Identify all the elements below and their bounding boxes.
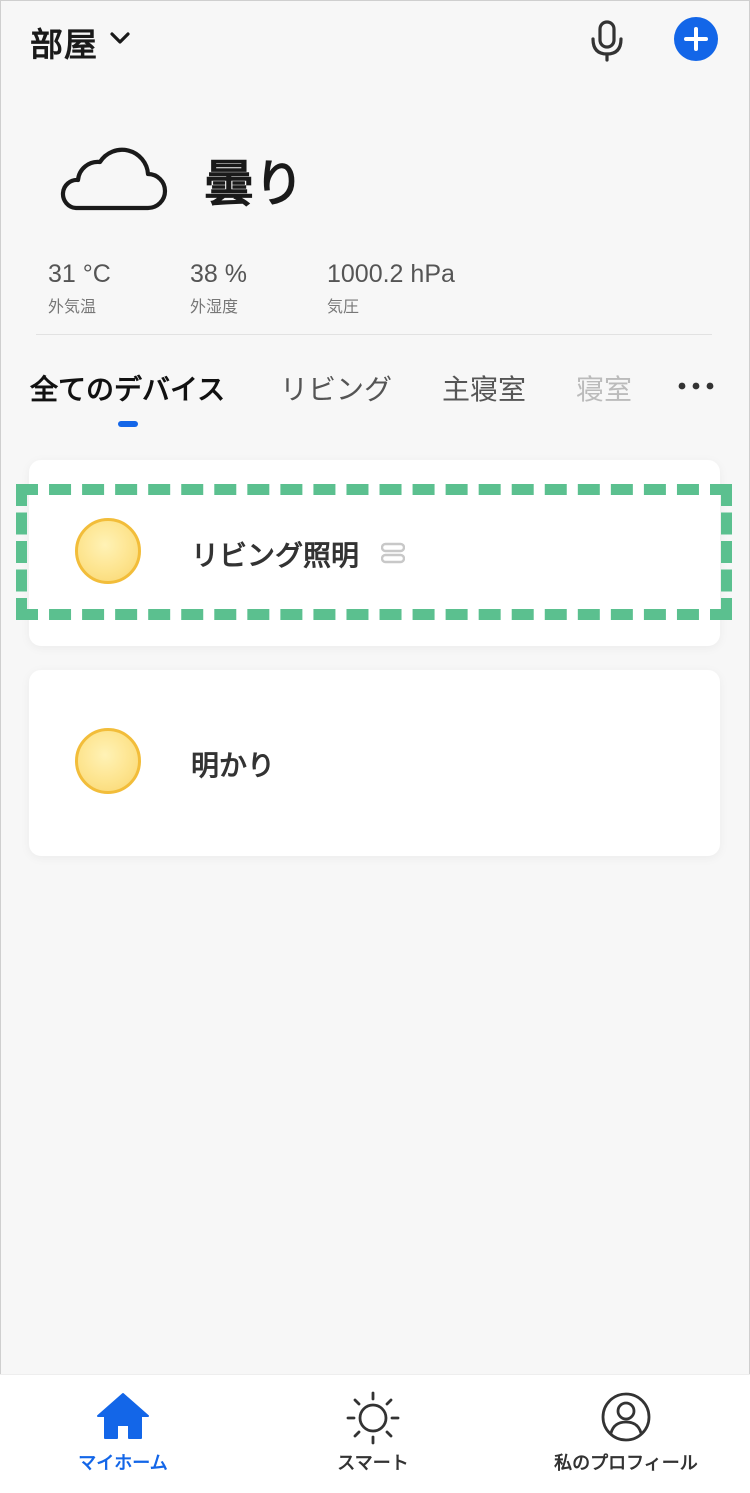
tab-living[interactable]: リビング xyxy=(280,368,392,408)
stat-value: 38 % xyxy=(190,260,247,288)
highlight-box xyxy=(16,484,732,620)
chevron-down-icon[interactable] xyxy=(108,28,132,48)
outdoor-humidity: 38 % 外湿度 xyxy=(190,260,247,317)
nav-my-home[interactable]: マイホーム xyxy=(0,1375,246,1493)
stat-label: 外湿度 xyxy=(190,297,239,316)
tab-all-devices[interactable]: 全てのデバイス xyxy=(30,368,225,408)
microphone-icon[interactable] xyxy=(586,18,628,62)
device-name: 明かり xyxy=(191,749,276,782)
outdoor-temperature: 31 °C 外気温 xyxy=(48,260,111,317)
stat-value: 31 °C xyxy=(48,260,111,288)
device-card-light[interactable]: 明かり xyxy=(29,670,720,856)
more-icon[interactable] xyxy=(676,374,716,398)
home-icon xyxy=(97,1393,149,1439)
bottom-nav: マイホーム スマート 私のプロフィール xyxy=(0,1374,750,1493)
divider xyxy=(36,334,712,335)
add-button[interactable] xyxy=(674,17,718,61)
stat-value: 1000.2 hPa xyxy=(327,260,455,288)
nav-smart[interactable]: スマート xyxy=(250,1375,496,1493)
sun-icon xyxy=(346,1391,400,1445)
nav-my-profile[interactable]: 私のプロフィール xyxy=(502,1375,750,1493)
nav-label: スマート xyxy=(337,1453,409,1474)
tab-master-bedroom[interactable]: 主寝室 xyxy=(442,368,526,408)
tab-bedroom[interactable]: 寝室 xyxy=(576,368,632,408)
plus-icon xyxy=(684,27,708,51)
air-pressure: 1000.2 hPa 気圧 xyxy=(327,260,455,317)
cloud-icon xyxy=(60,147,168,211)
bulb-icon xyxy=(75,728,141,794)
nav-label: 私のプロフィール xyxy=(554,1453,698,1474)
nav-label: マイホーム xyxy=(78,1453,168,1474)
weather-condition: 曇り xyxy=(204,155,304,213)
profile-icon xyxy=(601,1392,651,1442)
stat-label: 気圧 xyxy=(327,297,360,316)
active-tab-indicator xyxy=(118,421,138,427)
room-title[interactable]: 部屋 xyxy=(30,18,98,66)
header: 部屋 xyxy=(0,0,750,80)
stat-label: 外気温 xyxy=(48,297,97,316)
